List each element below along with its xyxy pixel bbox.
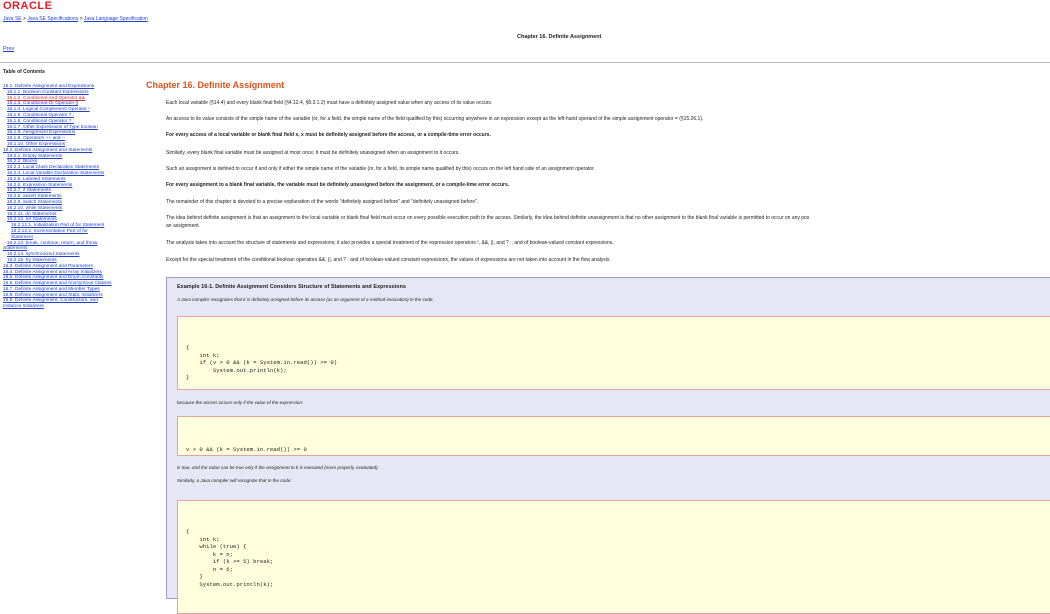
rule-paragraph: For every access of a local variable or …: [166, 132, 491, 138]
chapter-title: Chapter 16. Definite Assignment: [146, 80, 285, 90]
toc-link[interactable]: 16.1.5. Conditional Operator ? :: [7, 113, 74, 118]
toc-link[interactable]: 16.2.15. try Statements: [7, 258, 57, 263]
code-block: { int k; if (v > 0 && (k = System.in.rea…: [177, 316, 1050, 390]
toc-link[interactable]: 16.2.14. synchronized Statements: [7, 252, 80, 257]
breadcrumb-jls[interactable]: Java Language Specification: [84, 16, 148, 22]
toc-link[interactable]: 16.2.12.2. Incrementation Part of for: [11, 229, 88, 234]
prev-link[interactable]: Prev: [3, 46, 14, 52]
toc-item[interactable]: Instance Initializers: [3, 304, 143, 310]
toc-link[interactable]: 16.2.7. if Statements: [7, 188, 51, 193]
toc-link[interactable]: 16.2.2. Blocks: [7, 159, 37, 164]
toc-link[interactable]: 16.2.4. Local Variable Declaration State…: [7, 171, 104, 176]
paragraph-continuation: an assignment.: [166, 223, 200, 229]
paragraph: The analysis takes into account the stru…: [166, 240, 614, 246]
header-divider: [0, 62, 1050, 63]
example-box: Example 16-1. Definite Assignment Consid…: [166, 277, 1050, 614]
toc-link[interactable]: 16.1.3. Conditional-Or Operator ||: [7, 101, 78, 106]
toc-link[interactable]: 16.1.1. Boolean Constant Expressions: [7, 90, 89, 95]
toc-link[interactable]: Instance Initializers: [3, 304, 44, 309]
rule-paragraph: For every assignment to a blank final va…: [166, 182, 510, 188]
example-note: A Java compiler recognizes that k is def…: [177, 297, 434, 302]
toc-link[interactable]: 16.5. Definite Assignment and Enum Const…: [3, 275, 104, 280]
toc-link[interactable]: 16.1.8. Assignment Expressions: [7, 130, 75, 135]
toc-link[interactable]: 16.2. Definite Assignment and Statements: [3, 148, 92, 153]
toc-link[interactable]: 16.2.3. Local Class Declaration Statemen…: [7, 165, 99, 170]
toc-link[interactable]: 16.3. Definite Assignment and Parameters: [3, 264, 93, 269]
toc-link[interactable]: 16.2.9. switch Statements: [7, 200, 62, 205]
toc-link[interactable]: 16.1.2. Conditional-And Operator &&: [7, 96, 85, 101]
code-text: { int k; while (true) { k = n; if (k >= …: [186, 528, 274, 588]
toc-link[interactable]: 16.2.6. Expression Statements: [7, 183, 72, 188]
toc-title: Table of Contents: [3, 69, 45, 75]
toc-link[interactable]: 16.1.9. Operators ++ and --: [7, 136, 65, 141]
table-of-contents: 16.1. Definite Assignment and Expression…: [3, 84, 143, 310]
paragraph: Such an assignment is defined to occur i…: [166, 166, 595, 172]
code-text: v > 0 && (k = System.in.read()) >= 0: [186, 446, 307, 453]
toc-link[interactable]: 16.4. Definite Assignment and Array Init…: [3, 270, 102, 275]
breadcrumb-java-se-specs[interactable]: Java SE Specifications: [27, 16, 78, 22]
toc-link[interactable]: 16.2.8. assert Statements: [7, 194, 62, 199]
breadcrumb: Java SE > Java SE Specifications > Java …: [3, 16, 148, 22]
toc-link[interactable]: 16.8. Definite Assignment and Static Ini…: [3, 293, 103, 298]
toc-link[interactable]: 16.1.10. Other Expressions: [7, 142, 65, 147]
toc-link[interactable]: 16.2.12.1. Initialization Part of for St…: [11, 223, 104, 228]
paragraph: Except for the special treatment of the …: [166, 257, 611, 263]
toc-link[interactable]: 16.2.1. Empty Statements: [7, 154, 62, 159]
toc-link[interactable]: Statement: [11, 235, 33, 240]
toc-link[interactable]: 16.2.5. Labeled Statements: [7, 177, 66, 182]
paragraph: An access to its value consists of the s…: [166, 116, 704, 122]
page-header-title: Chapter 16. Definite Assignment: [517, 34, 602, 40]
toc-link[interactable]: 16.1.7. Other Expressions of Type boolea…: [7, 125, 98, 130]
toc-link[interactable]: 16.1.4. Logical Complement Operator !: [7, 107, 90, 112]
example-note: Similarly, a Java compiler will recogniz…: [177, 478, 292, 483]
paragraph: Each local variable (§14.4) and every bl…: [166, 100, 493, 106]
paragraph: The remainder of this chapter is devoted…: [166, 199, 479, 205]
example-note: because the access occurs only if the va…: [177, 400, 304, 405]
paragraph: Similarly, every blank final variable mu…: [166, 150, 460, 156]
toc-link[interactable]: 16.2.10. while Statements: [7, 206, 62, 211]
oracle-logo[interactable]: ORACLE: [3, 0, 52, 12]
toc-link[interactable]: 16.6. Definite Assignment and Anonymous …: [3, 281, 112, 286]
toc-link[interactable]: 16.2.13. break, continue, return, and th…: [7, 241, 97, 246]
toc-link[interactable]: 16.1.6. Conditional Operator ? :: [7, 119, 74, 124]
code-text: { int k; if (v > 0 && (k = System.in.rea…: [186, 344, 338, 381]
paragraph: The idea behind definite assignment is t…: [166, 215, 810, 221]
breadcrumb-java-se[interactable]: Java SE: [3, 16, 22, 22]
toc-link[interactable]: 16.9. Definite Assignment, Constructors,…: [3, 298, 98, 303]
toc-link[interactable]: 16.7. Definite Assignment and Member Typ…: [3, 287, 100, 292]
code-block: v > 0 && (k = System.in.read()) >= 0: [177, 416, 1050, 456]
toc-link[interactable]: 16.1. Definite Assignment and Expression…: [3, 84, 94, 89]
example-note: is true, and the value can be true only …: [177, 465, 379, 470]
toc-link[interactable]: 16.2.12. for Statements: [7, 217, 57, 222]
example-title: Example 16-1. Definite Assignment Consid…: [177, 284, 407, 290]
code-block: { int k; while (true) { k = n; if (k >= …: [177, 500, 1050, 614]
toc-link[interactable]: Statements: [3, 246, 27, 251]
toc-link[interactable]: 16.2.11. do Statements: [7, 212, 56, 217]
